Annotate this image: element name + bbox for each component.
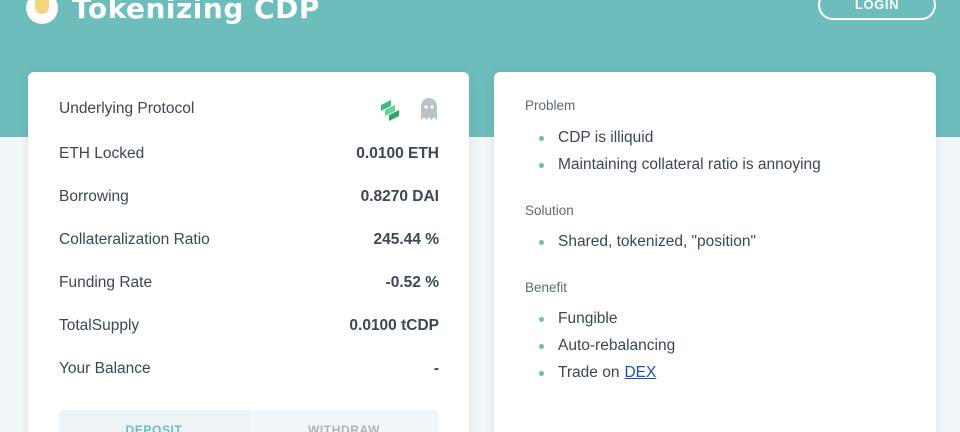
row-value: 0.0100 ETH xyxy=(356,145,439,162)
section-title-benefit: Benefit xyxy=(525,280,568,295)
app-logo xyxy=(26,0,58,24)
bullet-dot xyxy=(539,370,544,376)
protocol-icons xyxy=(379,97,439,121)
row-value: -0.52 % xyxy=(385,274,439,291)
row-total-supply: TotalSupply 0.0100 tCDP xyxy=(59,314,439,338)
app-title: Tokenizing CDP xyxy=(72,0,320,25)
row-funding-rate: Funding Rate -0.52 % xyxy=(59,271,439,295)
row-value: 0.8270 DAI xyxy=(360,188,439,205)
list-item-text: CDP is illiquid xyxy=(558,129,654,146)
dex-link[interactable]: DEX xyxy=(624,364,656,382)
bullet-dot xyxy=(539,135,544,141)
position-card: Underlying Protocol ETH Locked 0.0100 ET… xyxy=(28,72,469,432)
info-card: Problem CDP is illiquid Maintaining coll… xyxy=(494,72,936,432)
bullet-dot xyxy=(539,239,544,245)
row-value: 245.44 % xyxy=(373,231,440,248)
row-label: ETH Locked xyxy=(59,145,145,162)
row-label: TotalSupply xyxy=(59,317,140,334)
bullet-dot xyxy=(539,316,544,322)
section-title-problem: Problem xyxy=(525,98,576,113)
list-item-text: Trade on xyxy=(558,364,620,381)
row-underlying-protocol: Underlying Protocol xyxy=(59,97,439,121)
brand: Tokenizing CDP xyxy=(26,0,320,28)
compound-icon xyxy=(381,100,399,121)
section-title-solution: Solution xyxy=(525,203,574,218)
list-item: Maintaining collateral ratio is annoying xyxy=(539,156,821,174)
row-eth-locked: ETH Locked 0.0100 ETH xyxy=(59,142,439,166)
row-label: Underlying Protocol xyxy=(59,100,195,117)
bullet-dot xyxy=(539,162,544,168)
row-label: Collateralization Ratio xyxy=(59,231,210,248)
row-label: Borrowing xyxy=(59,188,129,205)
list-item: Trade on DEX xyxy=(539,364,656,382)
row-your-balance: Your Balance - xyxy=(59,357,439,381)
list-item: Fungible xyxy=(539,310,617,328)
row-label: Your Balance xyxy=(59,360,151,377)
list-item-text: Auto-rebalancing xyxy=(558,337,676,354)
tab-deposit[interactable]: DEPOSIT xyxy=(59,410,249,432)
row-value: - xyxy=(433,360,439,377)
row-value: 0.0100 tCDP xyxy=(349,317,439,334)
list-item-text: Maintaining collateral ratio is annoying xyxy=(558,156,821,173)
row-label: Funding Rate xyxy=(59,274,153,291)
action-tabs: DEPOSIT WITHDRAW xyxy=(59,410,439,432)
list-item-text: Shared, tokenized, "position" xyxy=(558,233,756,250)
ghost-icon xyxy=(421,98,437,120)
list-item: Shared, tokenized, "position" xyxy=(539,233,756,251)
tab-withdraw[interactable]: WITHDRAW xyxy=(249,410,439,432)
list-item-text: Fungible xyxy=(558,310,618,327)
login-button[interactable]: LOGIN xyxy=(818,0,936,20)
list-item: Auto-rebalancing xyxy=(539,337,675,355)
list-item: CDP is illiquid xyxy=(539,129,653,147)
row-collateralization-ratio: Collateralization Ratio 245.44 % xyxy=(59,228,439,252)
bullet-dot xyxy=(539,343,544,349)
row-borrowing: Borrowing 0.8270 DAI xyxy=(59,185,439,209)
